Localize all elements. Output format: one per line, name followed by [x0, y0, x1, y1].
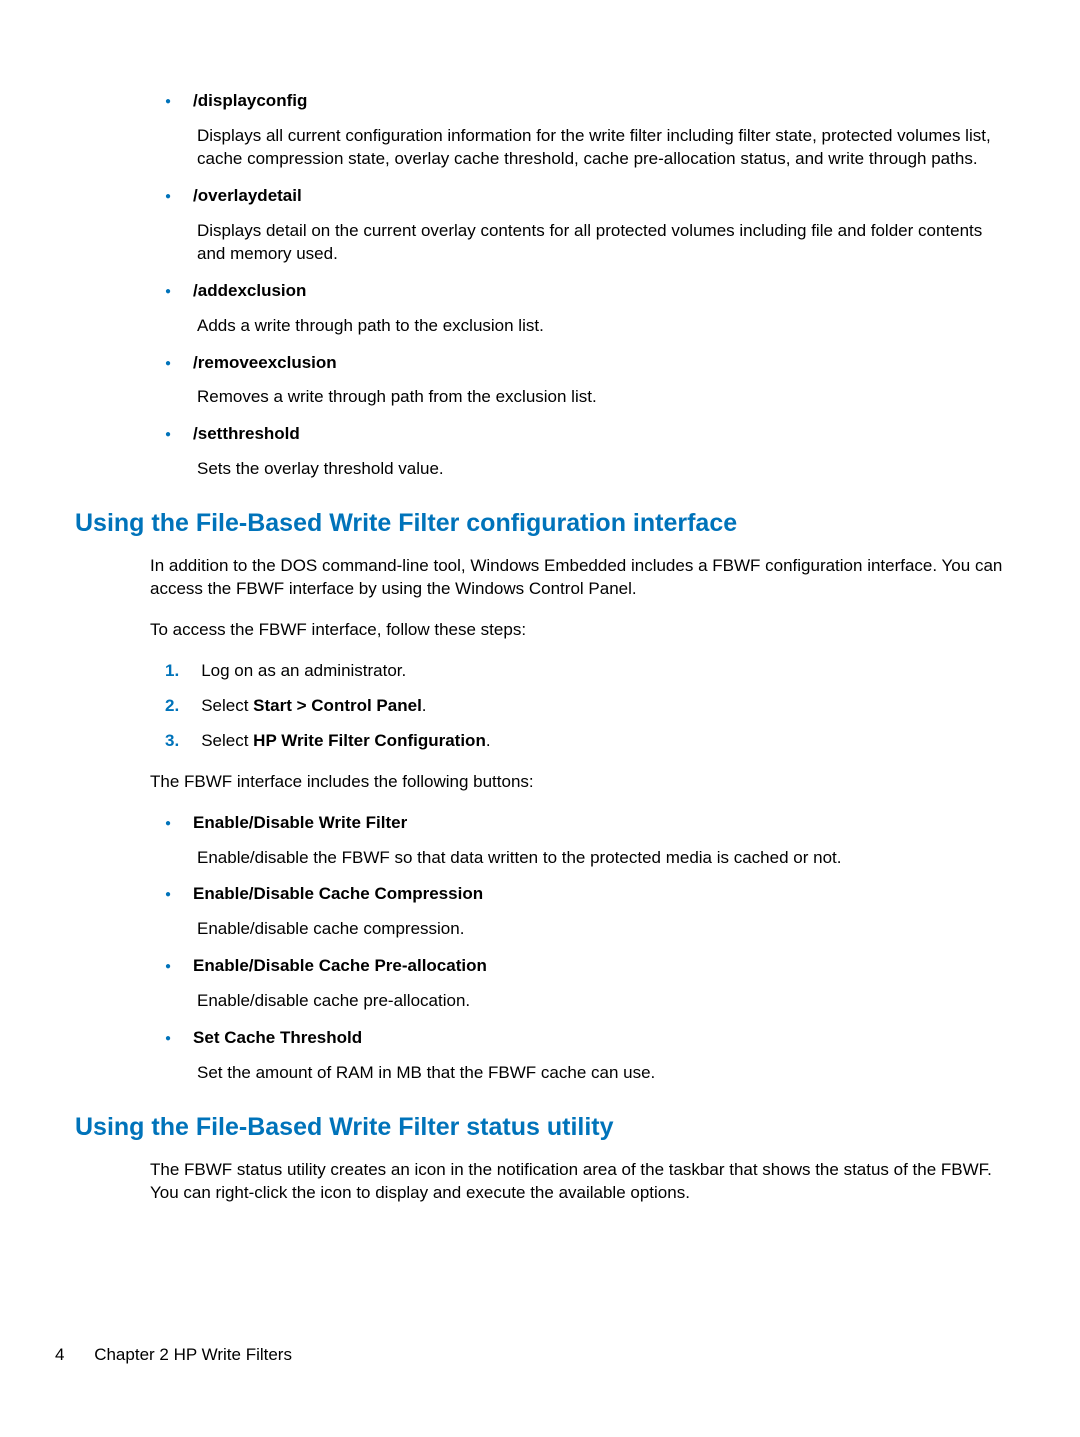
cmd-desc: Displays detail on the current overlay c…	[197, 220, 1005, 266]
button-desc: Enable/disable cache compression.	[197, 918, 1005, 941]
button-desc: Set the amount of RAM in MB that the FBW…	[197, 1062, 1005, 1085]
step-bold: HP Write Filter Configuration	[253, 731, 486, 750]
buttons-list: ● Enable/Disable Write Filter Enable/disa…	[150, 812, 1005, 1086]
section-heading-config-interface: Using the File-Based Write Filter config…	[75, 507, 1005, 541]
step-suffix: .	[422, 696, 427, 715]
button-title: Enable/Disable Cache Compression	[193, 883, 483, 906]
bullet-icon: ●	[165, 357, 171, 371]
page-footer: 4 Chapter 2 HP Write Filters	[55, 1344, 292, 1367]
chapter-label: Chapter 2 HP Write Filters	[94, 1345, 292, 1364]
buttons-intro: The FBWF interface includes the followin…	[150, 771, 1005, 794]
bullet-icon: ●	[165, 888, 171, 902]
cmd-item: ● /setthreshold Sets the overlay threshol…	[165, 423, 1005, 481]
bullet-icon: ●	[165, 1032, 171, 1046]
section-body: The FBWF status utility creates an icon …	[75, 1159, 1005, 1205]
bullet-icon: ●	[165, 95, 171, 109]
cmd-title: /setthreshold	[193, 423, 300, 446]
step-text: Select HP Write Filter Configuration.	[201, 730, 490, 753]
cmd-item: ● /displayconfig Displays all current con…	[165, 90, 1005, 171]
step-prefix: Select	[201, 696, 253, 715]
intro-paragraph: In addition to the DOS command-line tool…	[150, 555, 1005, 601]
step-item: 2. Select Start > Control Panel.	[165, 695, 1005, 718]
button-desc: Enable/disable cache pre-allocation.	[197, 990, 1005, 1013]
step-number: 3.	[165, 730, 179, 753]
button-item: ● Enable/Disable Cache Pre-allocation Ena…	[165, 955, 1005, 1013]
bullet-icon: ●	[165, 190, 171, 204]
step-item: 1. Log on as an administrator.	[165, 660, 1005, 683]
status-paragraph: The FBWF status utility creates an icon …	[150, 1159, 1005, 1205]
section-body: In addition to the DOS command-line tool…	[75, 555, 1005, 1085]
cmd-item: ● /overlaydetail Displays detail on the c…	[165, 185, 1005, 266]
cmd-desc: Removes a write through path from the ex…	[197, 386, 1005, 409]
button-title: Enable/Disable Write Filter	[193, 812, 407, 835]
command-options-list: ● /displayconfig Displays all current con…	[75, 90, 1005, 481]
section-heading-status-utility: Using the File-Based Write Filter status…	[75, 1111, 1005, 1145]
button-item: ● Enable/Disable Write Filter Enable/disa…	[165, 812, 1005, 870]
button-title: Set Cache Threshold	[193, 1027, 362, 1050]
cmd-title: /addexclusion	[193, 280, 306, 303]
bullet-icon: ●	[165, 960, 171, 974]
bullet-icon: ●	[165, 285, 171, 299]
page-number: 4	[55, 1345, 64, 1364]
step-item: 3. Select HP Write Filter Configuration.	[165, 730, 1005, 753]
cmd-item: ● /addexclusion Adds a write through path…	[165, 280, 1005, 338]
button-desc: Enable/disable the FBWF so that data wri…	[197, 847, 1005, 870]
button-item: ● Enable/Disable Cache Compression Enable…	[165, 883, 1005, 941]
cmd-title: /displayconfig	[193, 90, 307, 113]
cmd-title: /overlaydetail	[193, 185, 302, 208]
step-suffix: .	[486, 731, 491, 750]
steps-list: 1. Log on as an administrator. 2. Select…	[150, 660, 1005, 753]
cmd-title: /removeexclusion	[193, 352, 337, 375]
button-title: Enable/Disable Cache Pre-allocation	[193, 955, 487, 978]
step-text: Select Start > Control Panel.	[201, 695, 426, 718]
step-bold: Start > Control Panel	[253, 696, 422, 715]
step-number: 1.	[165, 660, 179, 683]
access-paragraph: To access the FBWF interface, follow the…	[150, 619, 1005, 642]
cmd-item: ● /removeexclusion Removes a write throug…	[165, 352, 1005, 410]
bullet-icon: ●	[165, 428, 171, 442]
cmd-desc: Displays all current configuration infor…	[197, 125, 1005, 171]
step-number: 2.	[165, 695, 179, 718]
button-item: ● Set Cache Threshold Set the amount of R…	[165, 1027, 1005, 1085]
step-text: Log on as an administrator.	[201, 660, 406, 683]
step-prefix: Select	[201, 731, 253, 750]
cmd-desc: Adds a write through path to the exclusi…	[197, 315, 1005, 338]
bullet-icon: ●	[165, 817, 171, 831]
cmd-desc: Sets the overlay threshold value.	[197, 458, 1005, 481]
